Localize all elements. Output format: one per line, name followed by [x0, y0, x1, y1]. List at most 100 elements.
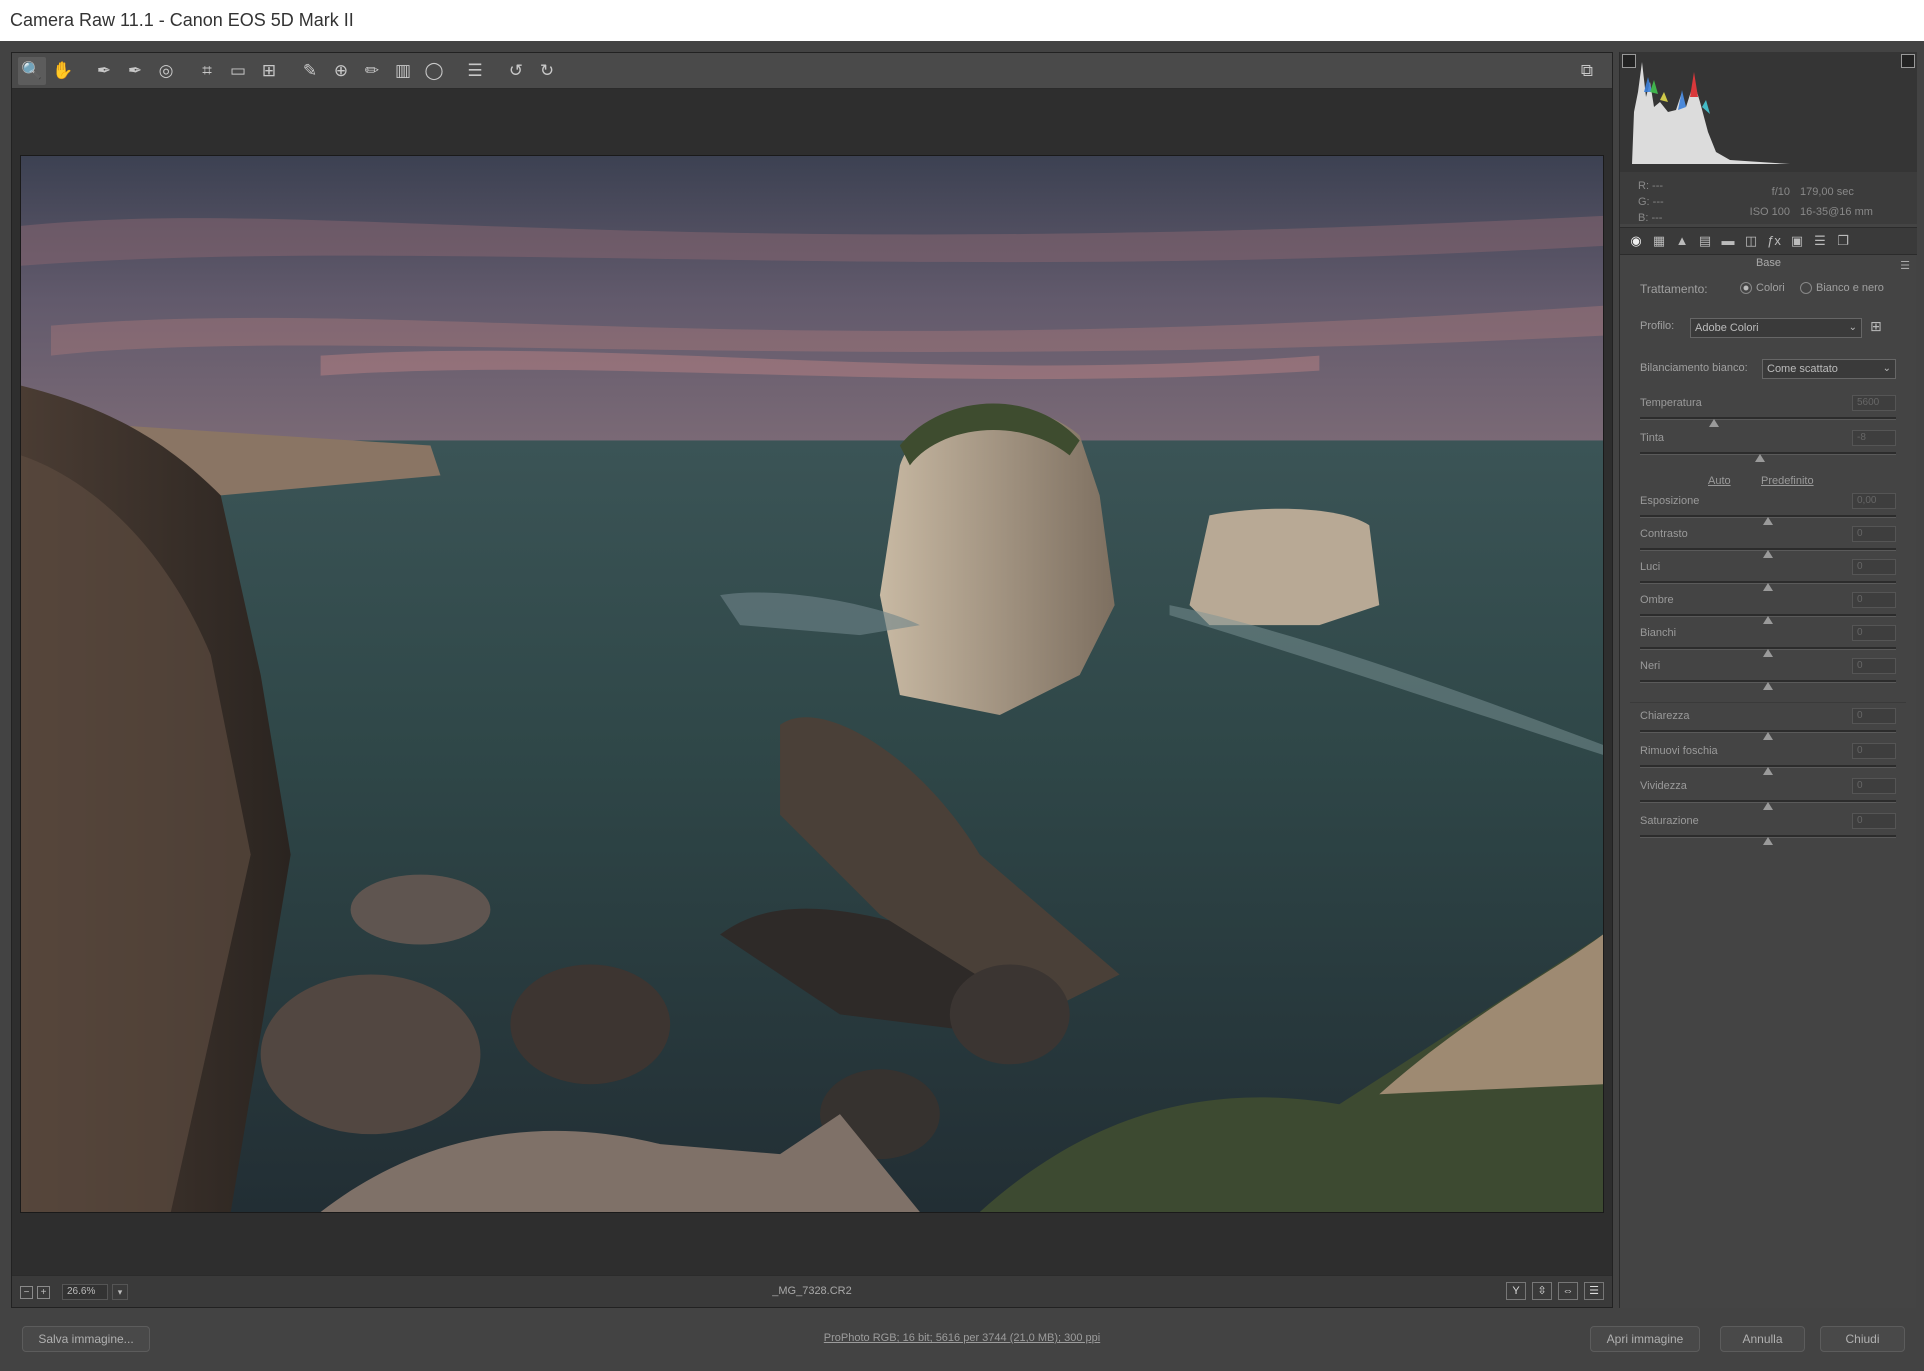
info-readout: R: --- G: --- B: --- f/10 179,00 sec ISO… — [1620, 172, 1917, 224]
aperture: f/10 — [1771, 186, 1790, 198]
slider-neri[interactable]: Neri 0 — [1640, 658, 1896, 690]
slider-label: Ombre — [1640, 594, 1674, 606]
slider-track[interactable] — [1640, 452, 1896, 455]
slider-value-field[interactable]: 0 — [1852, 526, 1896, 542]
basic-tab-icon[interactable]: ◉ — [1626, 231, 1646, 251]
slider-value-field[interactable]: 0 — [1852, 778, 1896, 794]
slider-saturazione[interactable]: Saturazione 0 — [1640, 813, 1896, 845]
treatment-bw-radio[interactable]: Bianco e nero — [1800, 282, 1884, 295]
profile-browser-icon[interactable]: ⊞ — [1870, 318, 1882, 335]
slider-thumb[interactable] — [1709, 419, 1720, 427]
slider-value-field[interactable]: 0,00 — [1852, 493, 1896, 509]
profile-select[interactable]: Adobe Colori ⌄ — [1690, 318, 1862, 338]
slider-value-field[interactable]: 0 — [1852, 625, 1896, 641]
slider-label: Saturazione — [1640, 815, 1699, 827]
snapshots-tab-icon[interactable]: ❐ — [1833, 231, 1853, 251]
rotate-right-icon[interactable]: ↻ — [533, 57, 561, 85]
slider-esposizione[interactable]: Esposizione 0,00 — [1640, 493, 1896, 525]
crop-icon[interactable]: ⌗ — [193, 57, 221, 85]
toggle-settings-button[interactable]: ☰ — [1584, 1282, 1604, 1300]
close-button[interactable]: Chiudi — [1820, 1326, 1905, 1352]
slider-thumb[interactable] — [1763, 837, 1773, 845]
white-balance-select[interactable]: Come scattato ⌄ — [1762, 359, 1896, 379]
slider-thumb[interactable] — [1763, 732, 1773, 740]
radio-bw-icon — [1800, 282, 1812, 295]
zoom-icon[interactable]: 🔍 — [18, 56, 46, 85]
swap-before-after-button[interactable]: ⇳ — [1532, 1282, 1552, 1300]
histogram — [1620, 52, 1917, 172]
targeted-adjust-icon[interactable]: ◎ — [152, 57, 180, 85]
slider-ombre[interactable]: Ombre 0 — [1640, 592, 1896, 624]
slider-thumb[interactable] — [1763, 682, 1773, 690]
transform-icon[interactable]: ⊞ — [255, 57, 283, 85]
color-sampler-icon[interactable]: ✒ — [121, 57, 149, 85]
slider-thumb[interactable] — [1763, 802, 1773, 810]
red-eye-icon[interactable]: ⊕ — [327, 57, 355, 85]
spot-removal-icon[interactable]: ✎ — [296, 57, 324, 85]
white-balance-icon[interactable]: ✒ — [90, 57, 118, 85]
slider-label: Chiarezza — [1640, 710, 1690, 722]
shadow-clipping-warning-icon[interactable] — [1622, 54, 1636, 68]
treatment-color-radio[interactable]: Colori — [1740, 282, 1785, 295]
slider-value-field[interactable]: -8 — [1852, 430, 1896, 446]
preferences-icon[interactable]: ☰ — [461, 57, 489, 85]
slider-value-field[interactable]: 0 — [1852, 559, 1896, 575]
slider-thumb[interactable] — [1763, 616, 1773, 624]
straighten-icon[interactable]: ▭ — [224, 57, 252, 85]
slider-contrasto[interactable]: Contrasto 0 — [1640, 526, 1896, 558]
slider-chiarezza[interactable]: Chiarezza 0 — [1640, 708, 1896, 740]
panel-menu-icon[interactable]: ☰ — [1900, 259, 1910, 272]
slider-value-field[interactable]: 0 — [1852, 658, 1896, 674]
fullscreen-toggle-icon[interactable]: ⧉ — [1573, 57, 1601, 85]
slider-label: Rimuovi foschia — [1640, 745, 1718, 757]
copy-settings-button[interactable]: ⇔ — [1558, 1282, 1578, 1300]
image-preview[interactable] — [20, 155, 1604, 1213]
slider-thumb[interactable] — [1755, 454, 1766, 462]
highlight-clipping-warning-icon[interactable] — [1901, 54, 1915, 68]
slider-value-field[interactable]: 0 — [1852, 813, 1896, 829]
open-image-button[interactable]: Apri immagine — [1590, 1326, 1700, 1352]
rgb-readout: R: --- G: --- B: --- — [1638, 180, 1664, 224]
photo-seascape — [21, 156, 1603, 1212]
slider-bianchi[interactable]: Bianchi 0 — [1640, 625, 1896, 657]
auto-link[interactable]: Auto — [1708, 475, 1731, 487]
radial-filter-icon[interactable]: ◯ — [420, 57, 448, 85]
split-toning-tab-icon[interactable]: ▬ — [1718, 231, 1738, 251]
default-link[interactable]: Predefinito — [1761, 475, 1814, 487]
slider-label: Contrasto — [1640, 528, 1688, 540]
calibration-tab-icon[interactable]: ▣ — [1787, 231, 1807, 251]
detail-tab-icon[interactable]: ▲ — [1672, 231, 1692, 251]
slider-value-field[interactable]: 0 — [1852, 592, 1896, 608]
rotate-left-icon[interactable]: ↺ — [502, 57, 530, 85]
window-titlebar: Camera Raw 11.1 - Canon EOS 5D Mark II — [0, 0, 1924, 41]
slider-thumb[interactable] — [1763, 767, 1773, 775]
slider-thumb[interactable] — [1763, 649, 1773, 657]
slider-rimuovi-foschia[interactable]: Rimuovi foschia 0 — [1640, 743, 1896, 775]
slider-luci[interactable]: Luci 0 — [1640, 559, 1896, 591]
status-bar: − + 26.6% ▾ _MG_7328.CR2 Y ⇳ ⇔ ☰ — [12, 1275, 1612, 1307]
slider-vividezza[interactable]: Vividezza 0 — [1640, 778, 1896, 810]
view-buttons: Y ⇳ ⇔ ☰ — [1506, 1282, 1604, 1300]
slider-thumb[interactable] — [1763, 583, 1773, 591]
adjustments-panel: R: --- G: --- B: --- f/10 179,00 sec ISO… — [1619, 52, 1917, 1308]
hsl-tab-icon[interactable]: ▤ — [1695, 231, 1715, 251]
slider-temperatura[interactable]: Temperatura 5600 — [1640, 395, 1896, 427]
presets-tab-icon[interactable]: ☰ — [1810, 231, 1830, 251]
slider-value-field[interactable]: 5600 — [1852, 395, 1896, 411]
lens: 16-35@16 mm — [1800, 206, 1873, 218]
before-after-view-button[interactable]: Y — [1506, 1282, 1526, 1300]
graduated-filter-icon[interactable]: ▥ — [389, 57, 417, 85]
tone-curve-tab-icon[interactable]: ▦ — [1649, 231, 1669, 251]
lens-corrections-tab-icon[interactable]: ◫ — [1741, 231, 1761, 251]
slider-tinta[interactable]: Tinta -8 — [1640, 430, 1896, 462]
slider-value-field[interactable]: 0 — [1852, 743, 1896, 759]
slider-thumb[interactable] — [1763, 550, 1773, 558]
hand-icon[interactable]: ✋ — [49, 57, 77, 85]
slider-label: Neri — [1640, 660, 1661, 672]
slider-value-field[interactable]: 0 — [1852, 708, 1896, 724]
slider-thumb[interactable] — [1763, 517, 1773, 525]
cancel-button[interactable]: Annulla — [1720, 1326, 1805, 1352]
slider-track[interactable] — [1640, 417, 1896, 420]
effects-tab-icon[interactable]: ƒx — [1764, 231, 1784, 251]
adjustment-brush-icon[interactable]: ✏ — [358, 57, 386, 85]
